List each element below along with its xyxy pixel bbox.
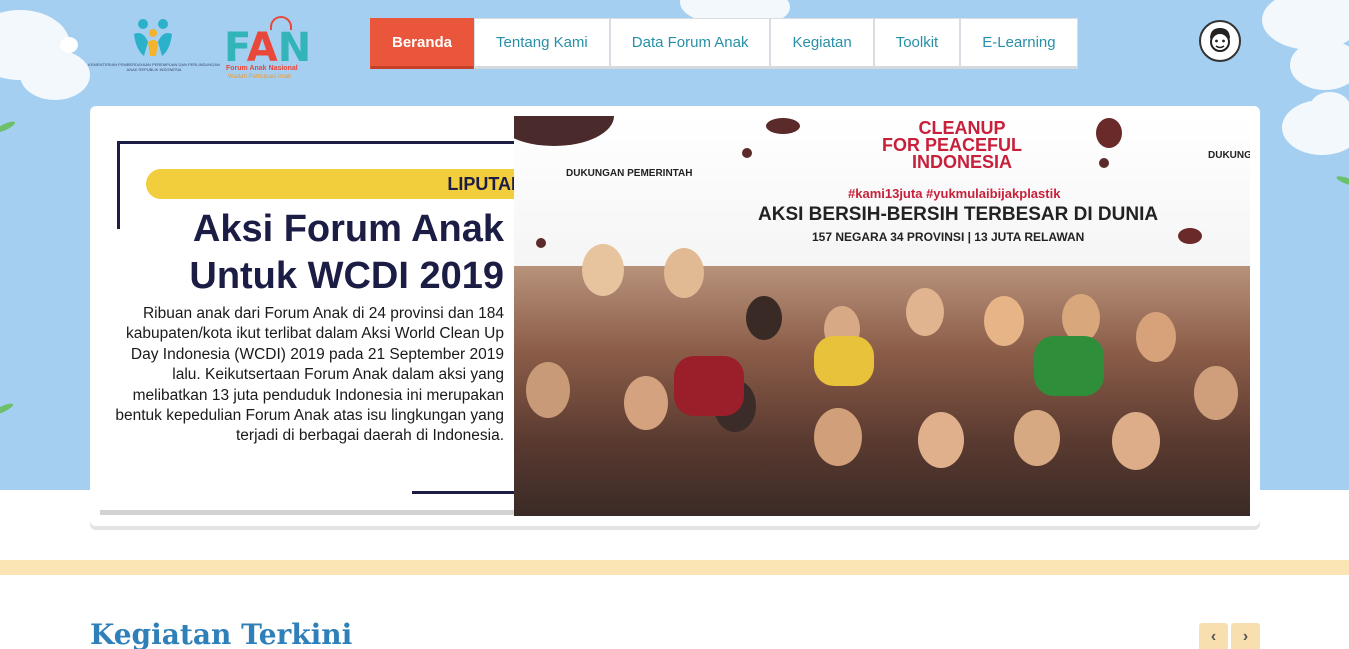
banner-hashtags: #kami13juta #yukmulaibijakplastik [848, 186, 1061, 201]
banner-title: CLEANUP FOR PEACEFUL INDONESIA [882, 118, 1023, 172]
user-avatar-button[interactable] [1199, 20, 1241, 62]
person-figure [1014, 410, 1060, 466]
cloud-decoration [20, 50, 90, 100]
cloud-decoration [1290, 40, 1349, 90]
nav-tentang-kami[interactable]: Tentang Kami [474, 18, 610, 69]
person-figure [1062, 294, 1100, 342]
person-figure [814, 408, 862, 466]
clothing-patch [674, 356, 744, 416]
leaf-decoration [1335, 174, 1349, 188]
leaf-decoration [0, 119, 17, 135]
banner-left-label: DUKUNGAN PEMERINTAH [566, 168, 693, 179]
person-figure [582, 244, 624, 296]
clothing-patch [814, 336, 874, 386]
slide-frame-line [117, 141, 553, 144]
banner-main-text: AKSI BERSIH-BERSIH TERBESAR DI DUNIA [758, 204, 1159, 225]
carousel-next-button[interactable]: › [1231, 623, 1260, 649]
slide-category-tag: LIPUTAN [146, 169, 532, 199]
nav-kegiatan[interactable]: Kegiatan [770, 18, 874, 69]
person-figure [624, 376, 668, 430]
section-title: Kegiatan Terkini [90, 618, 353, 649]
slide-progress-bar [100, 510, 514, 515]
nav-e-learning[interactable]: E-Learning [960, 18, 1078, 69]
fan-logo-tagline: Wadah Partisipasi Anak [228, 74, 292, 80]
person-figure [1112, 412, 1160, 470]
crowd-photo-area [514, 266, 1250, 516]
banner-decoration [742, 148, 752, 158]
forum-anak-nasional-logo[interactable]: FAN Forum Anak Nasional Wadah Partisipas… [222, 14, 314, 84]
nav-toolkit[interactable]: Toolkit [873, 18, 961, 69]
banner-decoration [1178, 228, 1202, 244]
slide-headline[interactable]: Aksi Forum Anak Untuk WCDI 2019 [120, 206, 504, 300]
ministry-logo[interactable]: KEMENTERIAN PEMBERDAYAAN PEREMPUAN DAN P… [88, 16, 220, 84]
person-figure [526, 362, 570, 418]
user-avatar-icon [1210, 28, 1230, 52]
clothing-patch [1034, 336, 1104, 396]
main-nav: Beranda Tentang Kami Data Forum Anak Keg… [370, 18, 1078, 69]
person-figure [664, 248, 704, 298]
banner-decoration [536, 238, 546, 248]
fan-logo-subtitle: Forum Anak Nasional [226, 65, 298, 72]
banner-decoration [766, 118, 800, 134]
cloud-decoration [1310, 92, 1349, 122]
leaf-decoration [0, 401, 15, 417]
nav-beranda[interactable]: Beranda [370, 18, 475, 69]
banner-right-label: DUKUNG [1208, 150, 1250, 161]
banner-decoration [1099, 158, 1109, 168]
person-figure [746, 296, 782, 340]
family-figure-icon [134, 19, 172, 56]
person-figure [1136, 312, 1176, 362]
slide-photo[interactable]: CLEANUP FOR PEACEFUL INDONESIA #kami13ju… [514, 116, 1250, 516]
nav-data-forum-anak[interactable]: Data Forum Anak [609, 18, 771, 69]
person-figure [1194, 366, 1238, 420]
section-divider-stripe [0, 560, 1349, 575]
person-figure [984, 296, 1024, 346]
ministry-logo-text: KEMENTERIAN PEMBERDAYAAN PEREMPUAN DAN P… [88, 62, 220, 72]
banner-decoration [1096, 118, 1122, 148]
slide-summary: Ribuan anak dari Forum Anak di 24 provin… [115, 305, 504, 445]
carousel-prev-button[interactable]: ‹ [1199, 623, 1228, 649]
fan-logo-mark: FAN [224, 25, 312, 71]
person-figure [906, 288, 944, 336]
person-figure [918, 412, 964, 468]
banner-sub-text: 157 NEGARA 34 PROVINSI | 13 JUTA RELAWAN [812, 230, 1085, 244]
cloud-decoration [60, 37, 78, 53]
